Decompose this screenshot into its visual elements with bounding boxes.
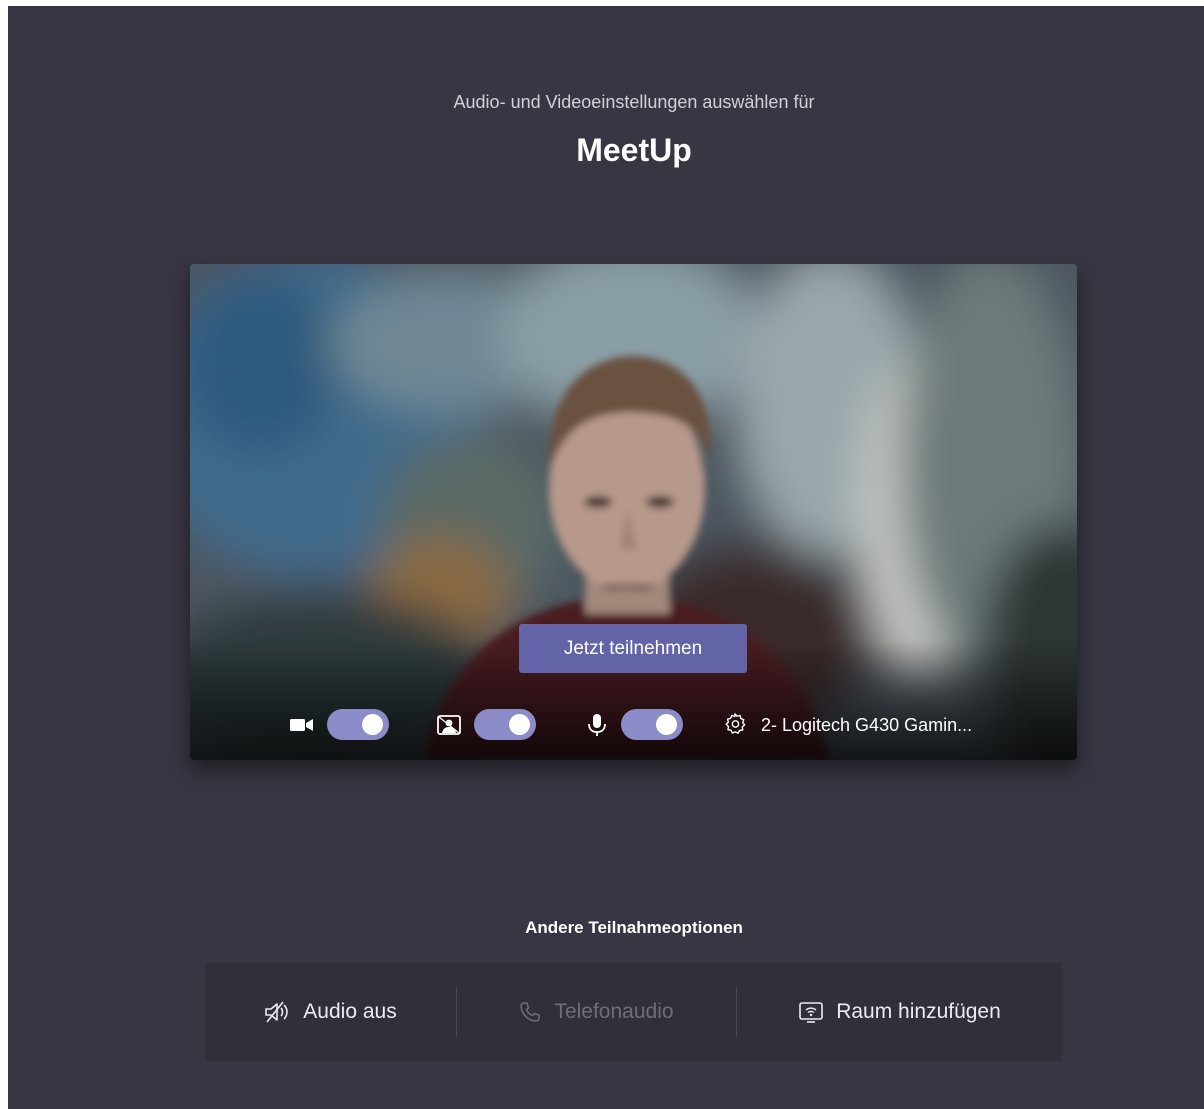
other-join-options-title: Andere Teilnahmeoptionen bbox=[525, 918, 743, 937]
add-room-option[interactable]: Raum hinzufügen bbox=[737, 963, 1062, 1061]
phone-icon bbox=[520, 1002, 541, 1022]
speaker-off-icon bbox=[265, 1001, 289, 1023]
join-now-button[interactable]: Jetzt teilnehmen bbox=[519, 624, 747, 673]
phone-audio-label: Telefonaudio bbox=[554, 1000, 674, 1023]
video-camera-icon bbox=[290, 719, 313, 731]
video-preview: Jetzt teilnehmen 2- Logitech G430 Gamin.… bbox=[190, 264, 1077, 760]
camera-toggle[interactable] bbox=[327, 709, 389, 740]
microphone-toggle[interactable] bbox=[621, 709, 683, 740]
add-room-label: Raum hinzufügen bbox=[836, 1000, 1001, 1023]
microphone-icon bbox=[588, 714, 606, 736]
audio-off-label: Audio aus bbox=[303, 1000, 397, 1023]
other-join-options: Audio aus Telefonaudio Raum hinzufügen bbox=[205, 963, 1062, 1061]
device-controls: 2- Logitech G430 Gamin... bbox=[190, 705, 1077, 745]
device-settings-icon[interactable] bbox=[722, 712, 748, 736]
meeting-title: MeetUp bbox=[576, 132, 692, 168]
room-display-icon bbox=[799, 1002, 823, 1023]
background-blur-icon bbox=[437, 715, 461, 735]
audio-off-option[interactable]: Audio aus bbox=[205, 963, 455, 1061]
pre-join-screen: Audio- und Videoeinstellungen auswählen … bbox=[8, 6, 1204, 1109]
audio-device-label[interactable]: 2- Logitech G430 Gamin... bbox=[761, 715, 972, 736]
page-subtitle: Audio- und Videoeinstellungen auswählen … bbox=[453, 92, 815, 112]
background-blur-toggle[interactable] bbox=[474, 709, 536, 740]
phone-audio-option[interactable]: Telefonaudio bbox=[457, 963, 735, 1061]
